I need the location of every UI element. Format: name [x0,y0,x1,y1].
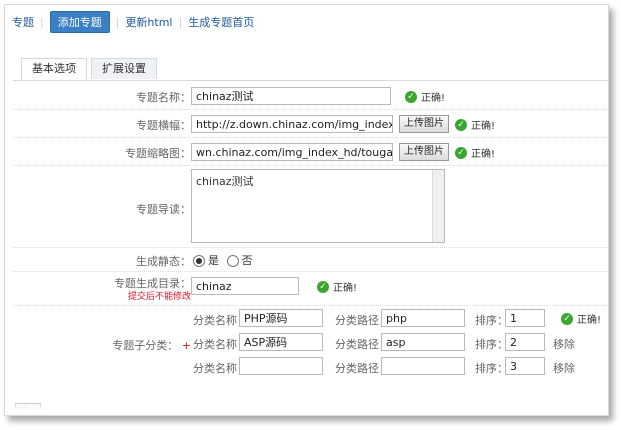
subcat-order-input[interactable]: 2 [505,333,545,351]
divider: | [40,15,44,29]
static-yes-radio[interactable] [193,255,205,267]
textarea-scrollbar[interactable] [432,170,444,242]
static-no-radio[interactable] [226,255,239,267]
subcat-order-label: 排序： [475,338,508,351]
dir-ok: ✓ 正确! [317,279,357,294]
thumb-input[interactable]: wn.chinaz.com/img_index_hd/tougao.jpg [191,143,393,161]
ok-text: 正确! [577,315,602,326]
tab-bar: 基本选项 扩展设置 [21,58,161,81]
subcat-name-input[interactable]: PHP源码 [239,309,323,327]
subcat-name-input[interactable] [239,357,323,375]
intro-label: 专题导读： [136,203,191,216]
subcat-order-input[interactable]: 1 [505,309,545,327]
subcat-path-input[interactable]: asp [381,333,465,351]
banner-ok: ✓ 正确! [455,117,495,132]
static-radio-group: 是 否 [193,252,253,268]
top-toolbar: 专题 | 添加专题 | 更新html | 生成专题首页 [5,5,608,39]
banner-input[interactable]: http://z.down.chinaz.com/img_index_hd [191,115,393,133]
row-banner: 专题横幅： http://z.down.chinaz.com/img_index… [13,109,608,138]
check-icon: ✓ [317,280,329,293]
name-input[interactable]: chinaz测试 [191,87,391,105]
divider: | [178,15,183,29]
torn-edge [5,397,608,415]
ok-text: 正确! [471,121,496,132]
subcat-remove-link[interactable]: 移除 [553,360,575,376]
intro-textarea[interactable]: chinaz测试 [191,169,445,243]
subcat-path-input[interactable] [381,357,465,375]
check-icon: ✓ [561,312,573,325]
subcat-remove-link[interactable]: 移除 [553,336,575,352]
add-special-button[interactable]: 添加专题 [49,11,110,33]
static-no-label: 否 [241,254,253,267]
row-subcategories: 专题子分类： + 分类名称： PHP源码 分类路径： php 排序： 1 ✓ 正确… [13,305,608,377]
static-label: 生成静态： [136,255,191,268]
thumb-upload-button[interactable]: 上传图片 [399,143,449,161]
row-name: 专题名称： chinaz测试 ✓ 正确! [13,81,608,110]
form-panel: 专题名称： chinaz测试 ✓ 正确! 专题横幅： http://z.down.… [13,80,608,381]
thumb-label: 专题缩略图： [125,147,191,160]
static-yes-label: 是 [208,254,219,267]
check-icon: ✓ [405,90,417,103]
breadcrumb-special[interactable]: 专题 [12,14,34,30]
ok-text: 正确! [471,149,496,160]
ok-text: 正确! [421,93,446,104]
divider: | [115,15,120,29]
name-label: 专题名称： [136,91,191,104]
subcat-name-input[interactable]: ASP源码 [239,333,323,351]
banner-upload-button[interactable]: 上传图片 [399,115,449,133]
name-ok: ✓ 正确! [405,89,445,104]
window: 专题 | 添加专题 | 更新html | 生成专题首页 基本选项 扩展设置 专题… [4,4,609,416]
dir-input[interactable]: chinaz [191,277,299,295]
ok-text: 正确! [333,283,358,294]
row-intro: 专题导读： chinaz测试 [13,165,608,248]
thumb-ok: ✓ 正确! [455,145,495,160]
sub-label: 专题子分类： + [112,339,191,352]
generate-home-link[interactable]: 生成专题首页 [188,14,254,30]
row-directory: 专题生成目录： 提交后不能修改 chinaz ✓ 正确! [13,271,608,306]
update-html-link[interactable]: 更新html [125,14,172,30]
banner-label: 专题横幅： [136,119,191,132]
check-icon: ✓ [455,118,467,131]
row-thumbnail: 专题缩略图： wn.chinaz.com/img_index_hd/tougao… [13,137,608,166]
subcat-order-label: 排序： [475,362,508,375]
subcat-order-input[interactable]: 3 [505,357,545,375]
check-icon: ✓ [455,146,467,159]
subcat-ok: ✓ 正确! [561,311,601,326]
tab-basic-options[interactable]: 基本选项 [21,58,87,81]
dir-note: 提交后不能修改 [127,292,191,302]
subcat-order-label: 排序： [475,314,508,327]
tab-extended-settings[interactable]: 扩展设置 [91,58,157,79]
intro-text: chinaz测试 [196,175,254,188]
subcat-path-input[interactable]: php [381,309,465,327]
row-static: 生成静态： 是 否 [13,247,608,272]
